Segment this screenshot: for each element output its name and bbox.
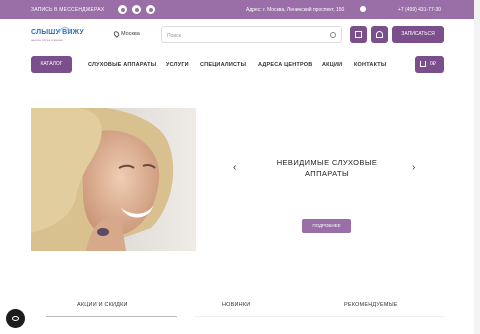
logo[interactable]: СЛЫШУ ВИЖУ центры слуха и зрения — [31, 27, 91, 43]
hero-title: Невидимые слуховые аппараты — [276, 158, 378, 178]
nav-item-promo[interactable]: Акции — [322, 62, 342, 68]
cart-count: 0₽ — [430, 61, 436, 67]
eye-icon — [12, 316, 19, 321]
hero-image — [31, 108, 196, 251]
nav-item-addresses[interactable]: Адреса центров — [258, 62, 312, 68]
logo-text: СЛЫШУ ВИЖУ — [31, 29, 84, 36]
search-icon[interactable] — [330, 32, 336, 38]
nav-item-contacts[interactable]: Контакты — [354, 62, 386, 68]
nav-item-hearing-aids[interactable]: Слуховые аппараты — [88, 62, 156, 68]
search-placeholder: Поиск — [167, 33, 181, 39]
telegram-icon[interactable] — [118, 5, 127, 14]
search-input[interactable]: Поиск — [161, 26, 342, 43]
favorites-icon[interactable] — [371, 26, 388, 43]
city-selector[interactable]: Москва — [121, 31, 140, 37]
catalog-button[interactable]: Каталог — [31, 56, 72, 73]
slider-prev-arrow[interactable]: ‹ — [233, 162, 236, 173]
tab-new[interactable]: Новинки — [222, 302, 250, 308]
logo-subtitle: центры слуха и зрения — [31, 38, 63, 42]
nav-item-services[interactable]: Услуги — [166, 62, 189, 68]
cart-icon — [420, 61, 426, 67]
nav-item-specialists[interactable]: Специалисты — [200, 62, 246, 68]
logo-arc-icon — [59, 27, 71, 33]
cart-button[interactable]: 0₽ — [415, 56, 444, 73]
more-button[interactable]: Подробнее — [302, 219, 351, 233]
whatsapp-icon[interactable] — [146, 5, 155, 14]
slider-next-arrow[interactable]: › — [412, 162, 415, 173]
address-text: Адрес: г. Москва, Ленинский проспект, 15… — [246, 7, 345, 13]
tab-promotions[interactable]: Акции и скидки — [77, 302, 128, 308]
page-scrollbar[interactable] — [474, 0, 480, 334]
map-pin-icon[interactable] — [360, 6, 366, 12]
signup-button[interactable]: Записаться — [392, 26, 444, 43]
active-tab-underline — [46, 316, 177, 317]
viber-icon[interactable] — [132, 5, 141, 14]
location-icon — [112, 30, 121, 38]
chat-widget-button[interactable] — [6, 309, 25, 328]
phone-link[interactable]: +7 (499) 431-77-30 — [398, 7, 441, 13]
tab-divider — [195, 316, 444, 317]
tab-recommended[interactable]: Рекомендуемые — [344, 302, 398, 308]
home-icon[interactable] — [350, 26, 367, 43]
top-bar: Запись в мессенджерах Адрес: г. Москва, … — [0, 0, 480, 19]
messenger-text: Запись в мессенджерах — [31, 7, 105, 13]
